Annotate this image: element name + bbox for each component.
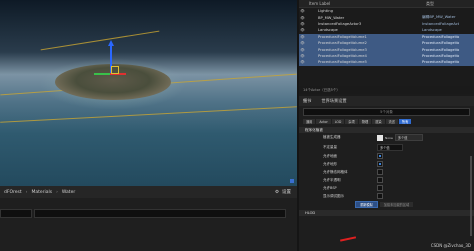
outliner-item-type: Landscape [422,28,442,33]
details-scrollbar[interactable] [470,156,472,236]
prop-checkbox-row: 允许半透明 [299,176,474,184]
outliner-item-type: ProceduralFoliageVo [422,47,460,52]
filter-field[interactable] [0,209,32,218]
search-input[interactable] [34,209,286,218]
outliner-item-type: ProceduralFoliageVo [422,41,460,46]
checkbox[interactable] [377,169,383,175]
outliner-item-name: Landscape [318,28,338,33]
asset-thumbnail[interactable] [377,134,383,141]
outliner-item-name: ProceduralFoliageVolume3 [318,47,367,52]
outliner-item-name: BP_MW_Water [318,15,345,20]
volume-bounds-line [0,106,297,123]
breadcrumb-item[interactable]: Materials [31,190,52,195]
relative-input[interactable]: 多个值 [377,143,403,151]
details-panel: 细节 世界场景设置 5个对象 通用 Actor LOD 杂项 物理 渲染 流送 所有 程序化植… [299,96,474,251]
outliner-item-name: ProceduralFoliageVolume5 [318,60,367,65]
breadcrumb: dFOrest › Materials › Water ⚙ 设置 [0,186,297,198]
filter-chip[interactable]: 通用 [303,119,316,124]
visibility-eye-icon[interactable]: 👁 [299,22,306,26]
chevron-right-icon: › [25,189,28,195]
checkbox[interactable] [377,153,383,159]
resimulate-button[interactable]: 重新模拟 [355,200,378,208]
filter-chip[interactable]: 物理 [358,119,372,124]
outliner-item-type: InstancedFoliageAct [422,21,460,26]
outliner-item-type: ProceduralFoliageVo [422,60,460,65]
prop-checkbox-row: 允许地面 [299,152,474,160]
visibility-eye-icon[interactable]: 👁 [299,35,306,39]
tab-world-settings[interactable]: 世界场景设置 [321,98,346,104]
filter-chip[interactable]: LOD [331,119,345,124]
gear-icon[interactable]: ⚙ [275,190,279,195]
thumbnail-label: None [385,135,393,140]
checkbox[interactable] [377,193,383,199]
level-viewport[interactable] [0,0,297,186]
gizmo-y-axis[interactable] [94,73,110,75]
checkbox[interactable] [377,161,383,167]
prop-label: 植被生成器 [323,135,341,140]
content-search-row [0,209,297,218]
load-unloaded-button[interactable]: 加载未加载的区域 [379,201,414,207]
prop-label: 允许半透明 [323,177,341,182]
breadcrumb-item[interactable]: Water [62,190,75,195]
prop-checkbox-row: 允许静态网格体 [299,168,474,176]
breadcrumb-item[interactable]: dFOrest [4,190,22,195]
gizmo-plane-handle[interactable] [111,66,119,74]
column-item-label[interactable]: Item Label [309,1,330,6]
prop-checkbox-row: 允许BSP [299,184,474,192]
details-tabs: 细节 世界场景设置 [299,96,474,106]
outliner-item-name: ProceduralFoliageVolume1 [318,34,367,39]
outliner-item-name: ProceduralFoliageVolume4 [318,53,367,58]
outliner-item-name: ProceduralFoliageVolume2 [318,41,367,46]
spawner-dropdown[interactable]: 多个值 [394,134,423,142]
outliner-item-name: Lighting [318,9,333,14]
prop-label: 允许地形 [323,161,337,166]
column-type[interactable]: 类型 [426,1,474,7]
checkbox[interactable] [377,177,383,183]
outliner-header: Item Label 类型 [299,0,474,8]
prop-checkbox-row: 允许地形 [299,160,474,168]
section-hlod[interactable]: HLOD [299,210,474,216]
checkbox[interactable] [377,185,383,191]
visibility-eye-icon[interactable]: 👁 [299,60,306,64]
outliner-item-type: 编辑BP_MW_Water [422,15,456,20]
outliner-row[interactable]: 👁 ProceduralFoliageVolume5 ProceduralFolia… [299,59,474,66]
filter-chips: 通用 Actor LOD 杂项 物理 渲染 流送 所有 [299,118,474,125]
spawner-value: None 多个值 [377,134,423,142]
visibility-eye-icon[interactable]: 👁 [299,16,306,20]
watermark: CSDN @Zivchao_3D [430,243,471,248]
chevron-right-icon: › [56,189,58,195]
visibility-eye-icon[interactable]: 👁 [299,54,306,58]
filter-chip[interactable]: 流送 [385,119,398,124]
visibility-eye-icon[interactable]: 👁 [299,9,306,13]
outliner-item-type: ProceduralFoliageVo [422,53,460,58]
visibility-eye-icon[interactable]: 👁 [299,28,306,32]
action-buttons-row: 重新模拟 加载未加载的区域 [299,200,474,208]
outliner-item-type: ProceduralFoliageVo [422,34,460,39]
prop-label: 显示调试图示 [323,193,344,198]
filter-chip[interactable]: Actor [316,119,331,124]
prop-label: 允许静态网格体 [323,169,348,174]
visibility-eye-icon[interactable]: 👁 [299,41,306,45]
prop-relative: 不定量量 多个值 [299,143,474,153]
prop-label: 允许BSP [323,185,337,190]
volume-bounds-line [40,30,160,51]
details-search[interactable]: 5个对象 [303,108,470,116]
viewport-corner-icon [290,179,294,183]
world-outliner: Item Label 类型 👁 Lighting 👁 BP_MW_Water 编辑BP_… [299,0,474,96]
relative-value: 多个值 [377,143,403,151]
settings-button[interactable]: 设置 [282,189,291,195]
filter-chip[interactable]: 所有 [398,119,412,124]
prop-label: 允许地面 [323,153,337,158]
filter-chip[interactable]: 杂项 [345,119,358,124]
prop-spawner: 植被生成器 None 多个值 [299,133,474,143]
visibility-eye-icon[interactable]: 👁 [299,48,306,52]
filter-chip[interactable]: 渲染 [372,119,385,124]
prop-checkbox-row: 显示调试图示 [299,192,474,200]
prop-label: 不定量量 [323,144,337,149]
outliner-status: 14个Actor（已选5个） [299,86,474,94]
outliner-item-name: InstancedFoliageActor3 [318,21,362,26]
tab-details[interactable]: 细节 [303,98,311,104]
